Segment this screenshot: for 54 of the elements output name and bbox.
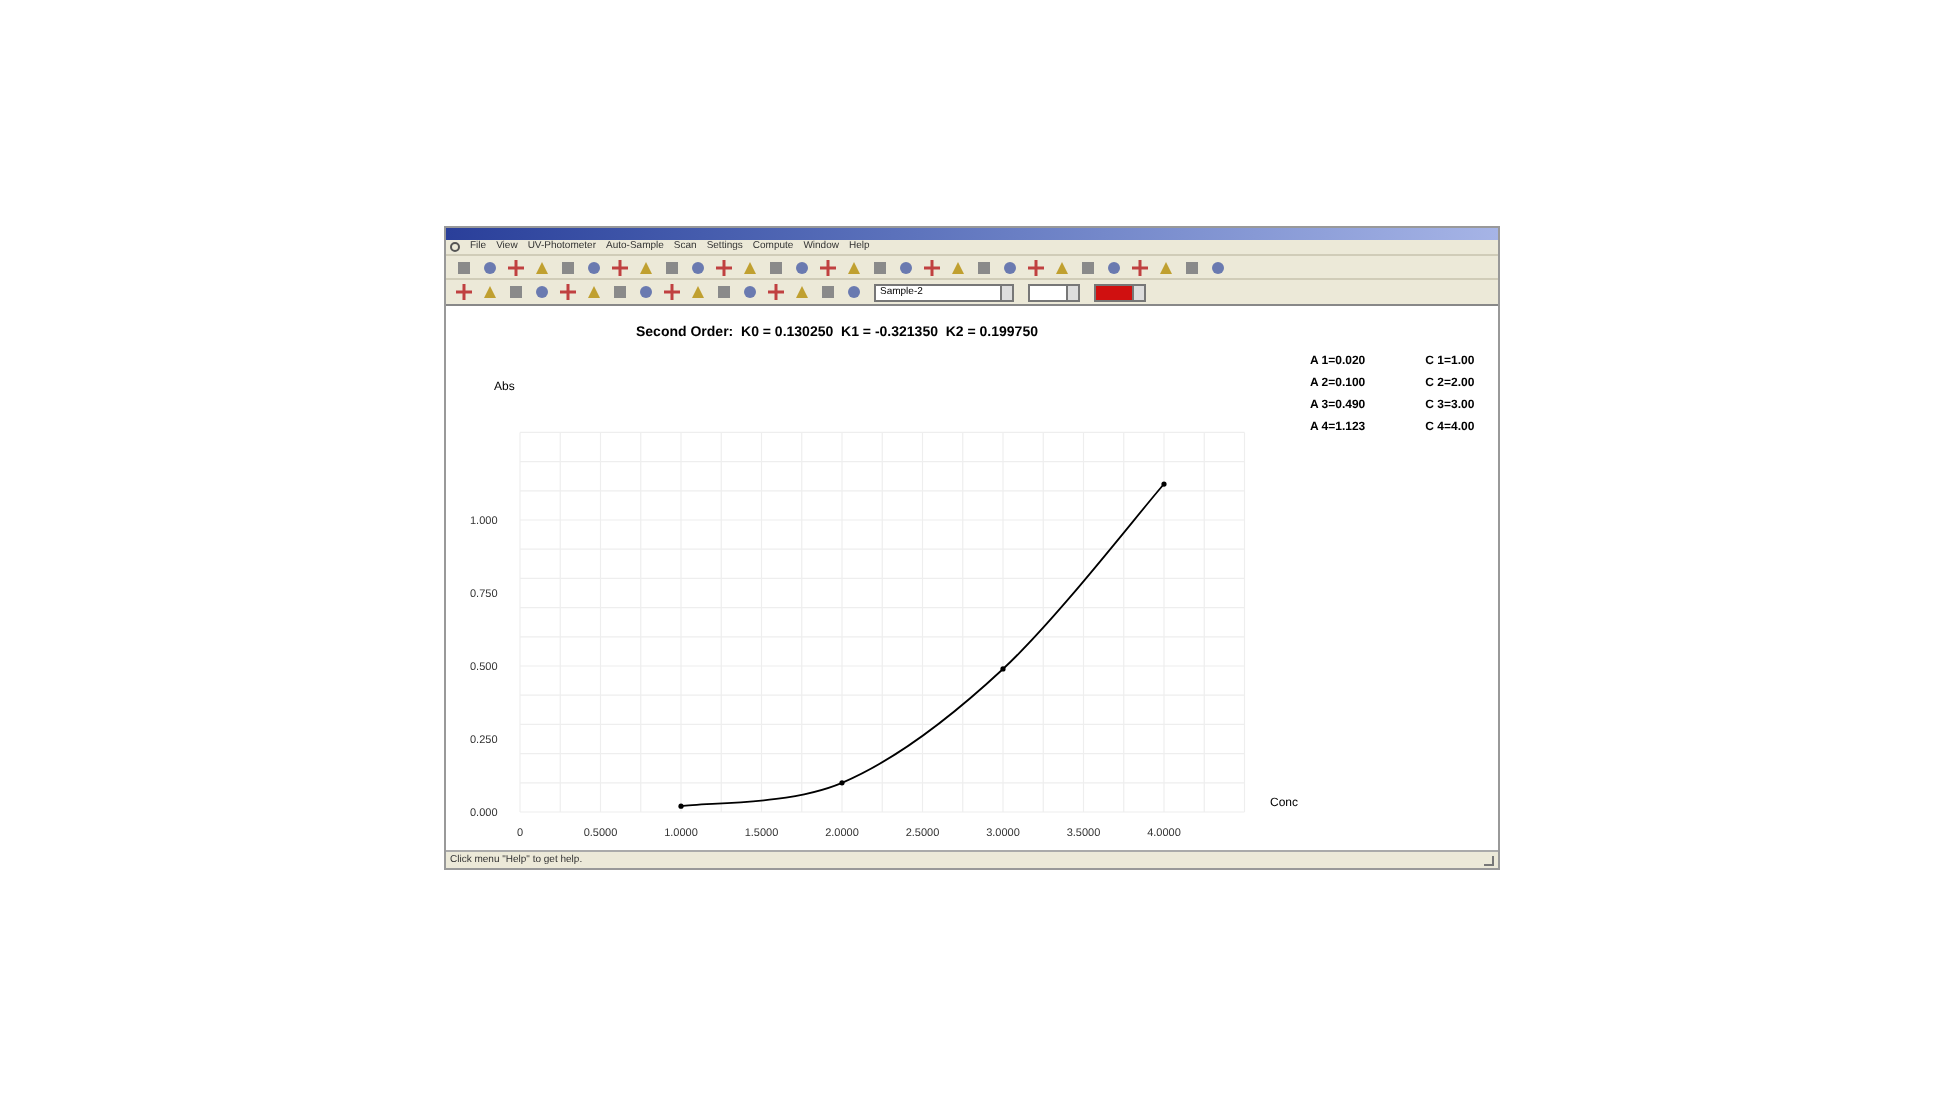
toolbar-glyph-icon[interactable] [532,282,552,303]
toolbar-glyph-icon[interactable] [662,282,682,303]
app-menu-icon[interactable] [450,242,460,252]
toolbar-glyph-icon[interactable] [1156,257,1176,278]
toolbar-glyph-icon[interactable] [766,257,786,278]
data-point [1161,482,1167,488]
toolbar-glyph-icon[interactable] [948,257,968,278]
toolbar-glyph-icon[interactable] [480,257,500,278]
toolbar-glyph-icon[interactable] [896,257,916,278]
toolbar-glyph-icon[interactable] [506,257,526,278]
toolbar-glyph-icon[interactable] [454,257,474,278]
toolbar-glyph-icon[interactable] [584,257,604,278]
toolbar-glyph-icon[interactable] [740,257,760,278]
toolbar-glyph-icon[interactable] [1026,257,1046,278]
data-point [678,804,684,810]
toolbar-glyph-icon[interactable] [1104,257,1124,278]
data-point [839,780,845,786]
toolbar-glyph-icon[interactable] [480,282,500,303]
toolbar-glyph-icon[interactable] [688,282,708,303]
toolbar-glyph-icon[interactable] [844,282,864,303]
toolbar-glyph-icon[interactable] [792,282,812,303]
toolbar-glyph-icon[interactable] [454,282,474,303]
toolbar-glyph-icon[interactable] [662,257,682,278]
toolbar-glyph-icon[interactable] [740,282,760,303]
blank-select[interactable] [1028,283,1080,302]
toolbar-glyph-icon[interactable] [844,257,864,278]
toolbar-glyph-icon[interactable] [558,257,578,278]
toolbar-glyph-icon[interactable] [688,257,708,278]
resize-grip-icon [1484,855,1494,866]
toolbar-glyph-icon[interactable] [636,257,656,278]
toolbar-glyph-icon[interactable] [974,257,994,278]
toolbar-glyph-icon[interactable] [1208,257,1228,278]
toolbar-glyph-icon[interactable] [610,282,630,303]
toolbar-glyph-icon[interactable] [714,282,734,303]
toolbar-glyph-icon[interactable] [558,282,578,303]
toolbar-glyph-icon[interactable] [922,257,942,278]
color-select[interactable] [1094,283,1146,302]
toolbar-glyph-icon[interactable] [1182,257,1202,278]
toolbar-glyph-icon[interactable] [714,257,734,278]
toolbar-glyph-icon[interactable] [610,257,630,278]
toolbar-glyph-icon[interactable] [636,282,656,303]
toolbar-glyph-icon[interactable] [1078,257,1098,278]
toolbar-glyph-icon[interactable] [1000,257,1020,278]
data-point [1000,666,1006,672]
toolbar-glyph-icon[interactable] [766,282,786,303]
toolbar-glyph-icon[interactable] [792,257,812,278]
toolbar-glyph-icon[interactable] [818,257,838,278]
toolbar-glyph-icon[interactable] [532,257,552,278]
toolbar-glyph-icon[interactable] [1052,257,1072,278]
toolbar-glyph-icon[interactable] [818,282,838,303]
toolbar-glyph-icon[interactable] [584,282,604,303]
toolbar-glyph-icon[interactable] [870,257,890,278]
toolbar-glyph-icon[interactable] [506,282,526,303]
toolbar-glyph-icon[interactable] [1130,257,1150,278]
